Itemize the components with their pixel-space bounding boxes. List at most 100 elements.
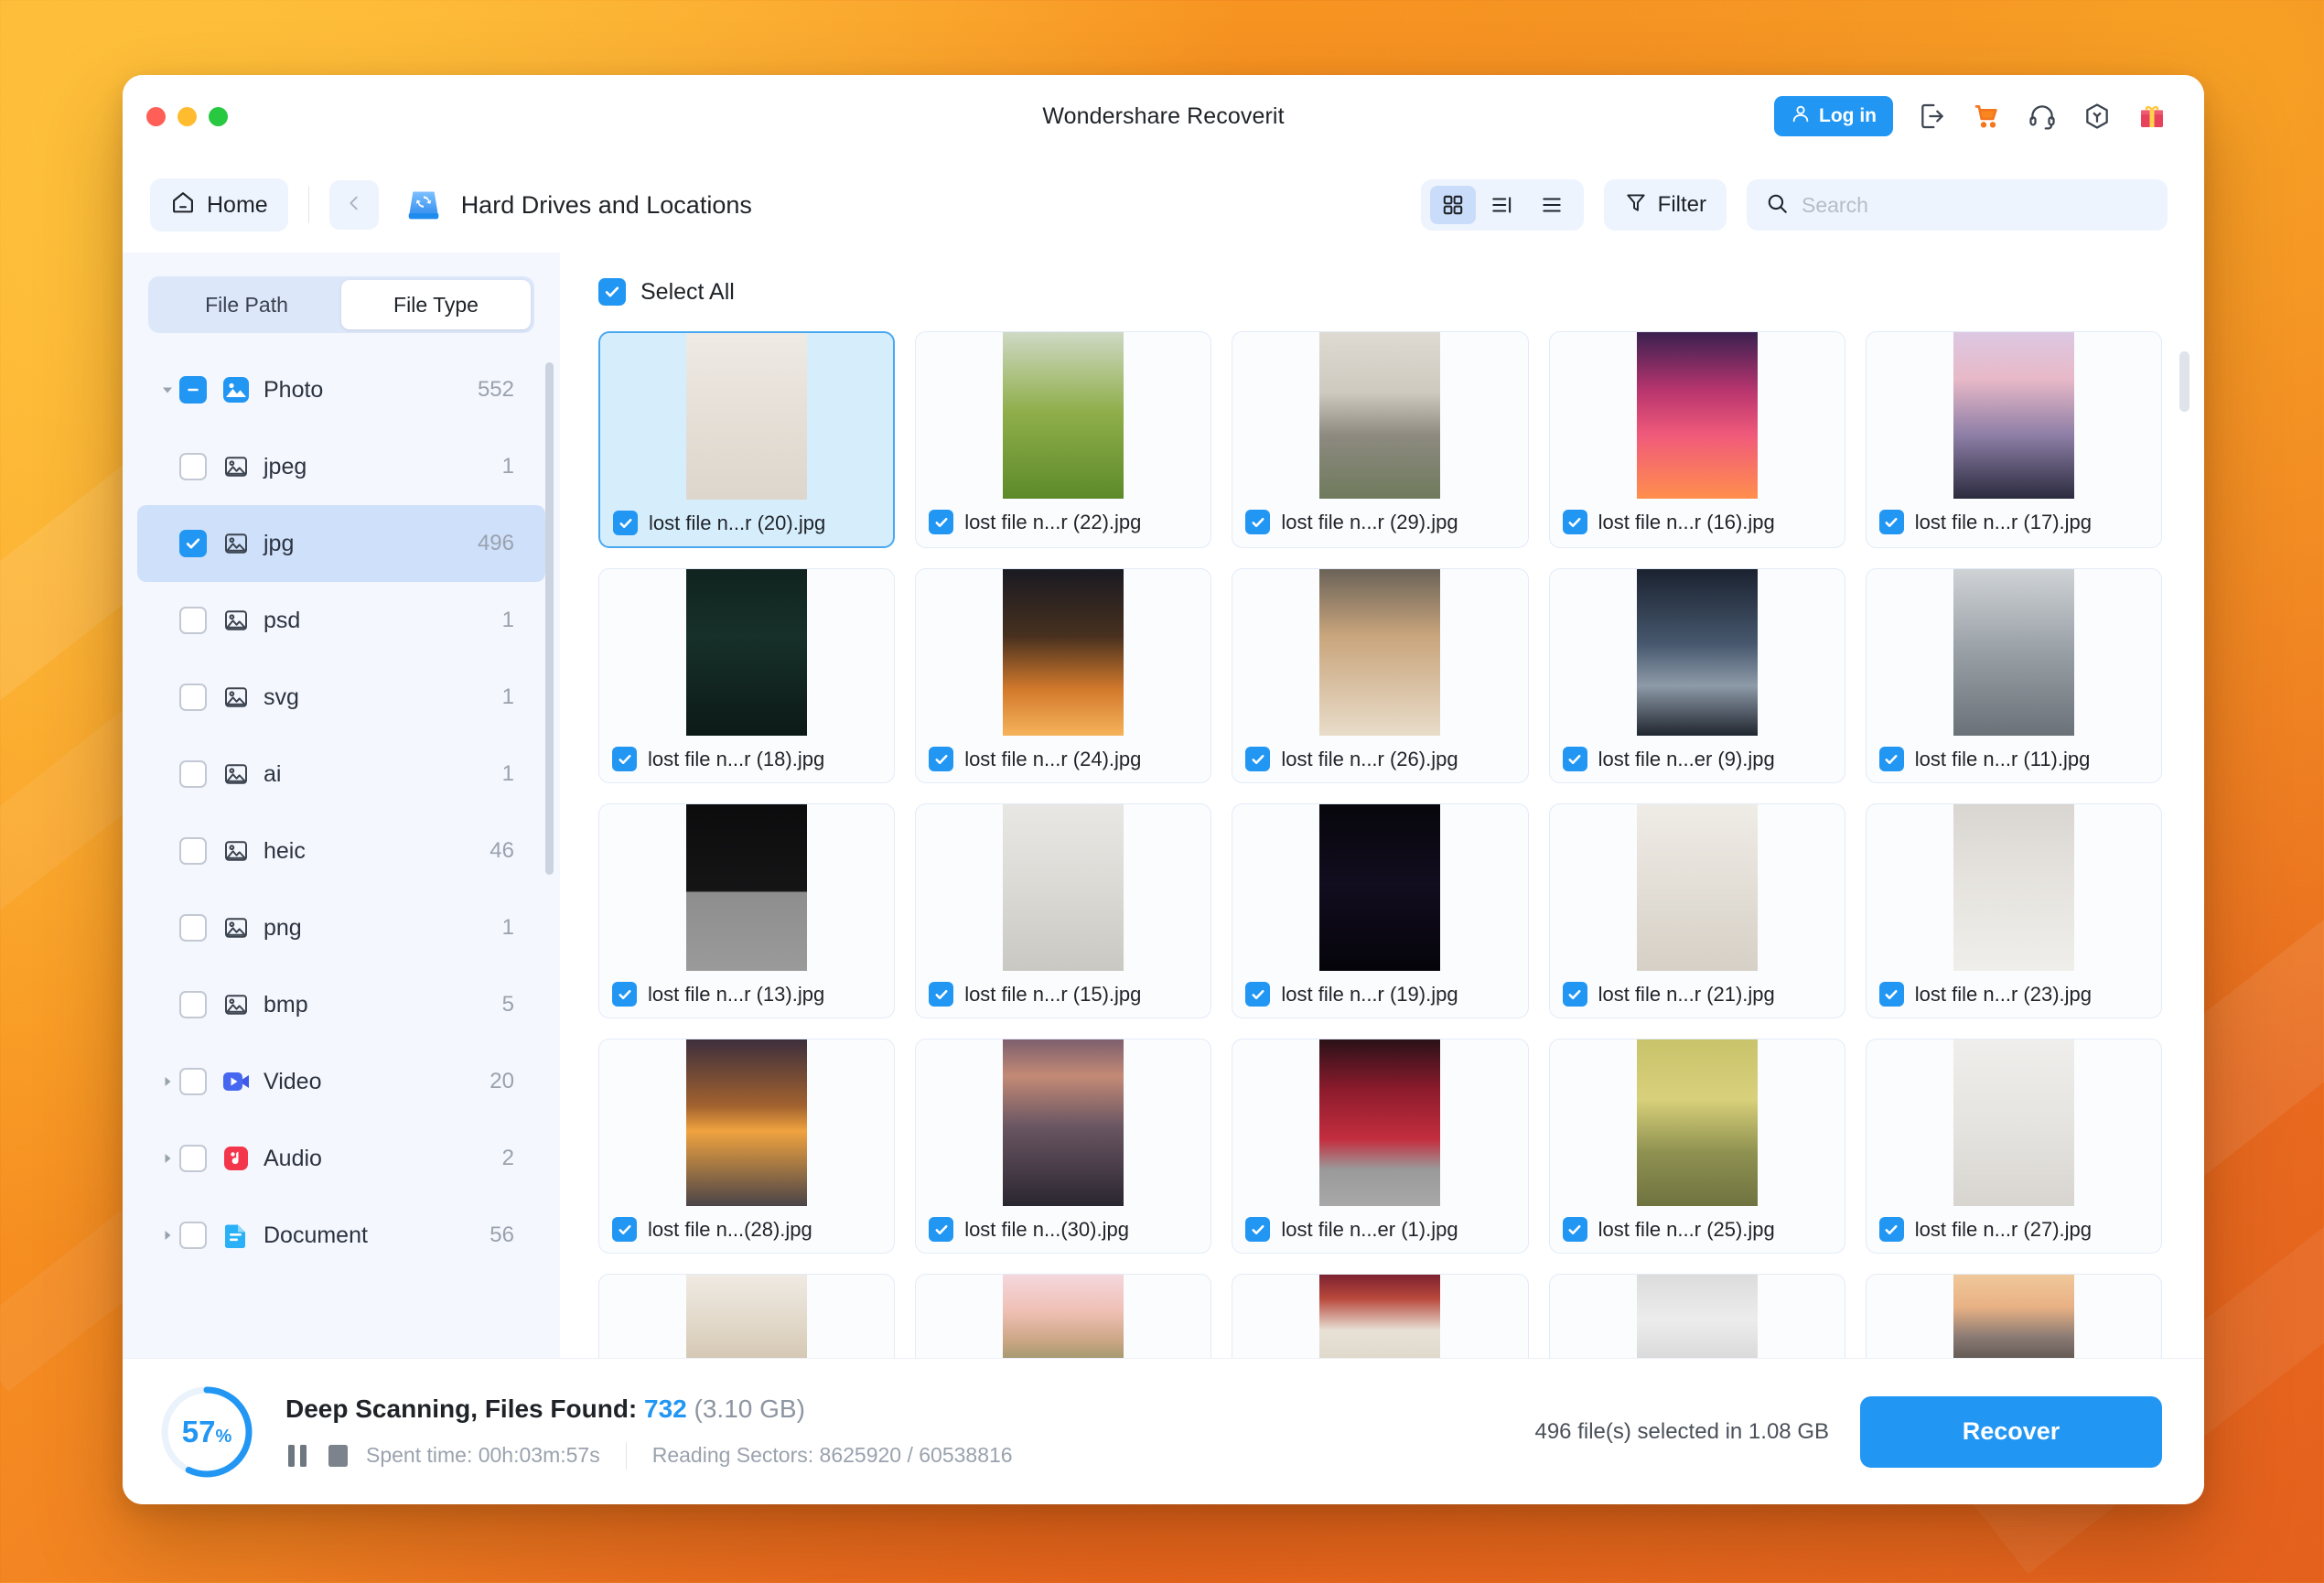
file-tile[interactable]: lost file n...r (21).jpg bbox=[1548, 803, 1845, 1018]
file-checkbox[interactable] bbox=[612, 1217, 637, 1242]
file-tile[interactable]: lost file n...r (18).jpg bbox=[598, 568, 896, 783]
file-checkbox[interactable] bbox=[1245, 510, 1271, 534]
tree-checkbox-jpeg[interactable] bbox=[179, 453, 207, 480]
file-checkbox[interactable] bbox=[1878, 1217, 1904, 1242]
box-icon[interactable] bbox=[2082, 101, 2113, 132]
view-mode-list-button[interactable] bbox=[1529, 186, 1575, 224]
file-grid-scrollbar[interactable] bbox=[2179, 351, 2190, 412]
navigation-bar: Home Hard Drives and Locations Filter Se… bbox=[123, 157, 2204, 253]
file-checkbox[interactable] bbox=[1562, 747, 1587, 771]
file-checkbox[interactable] bbox=[1245, 1217, 1271, 1242]
login-button[interactable]: Log in bbox=[1774, 96, 1893, 136]
tree-checkbox-psd[interactable] bbox=[179, 607, 207, 634]
close-window-button[interactable] bbox=[146, 106, 166, 126]
file-checkbox[interactable] bbox=[612, 747, 637, 771]
file-tile[interactable]: lost file n...r (25).jpg bbox=[1548, 1039, 1845, 1254]
file-tile[interactable]: lost file n...r (24).jpg bbox=[915, 568, 1212, 783]
recover-button[interactable]: Recover bbox=[1860, 1395, 2162, 1468]
tree-checkbox-ai[interactable] bbox=[179, 760, 207, 788]
file-checkbox[interactable] bbox=[1245, 982, 1271, 1007]
tree-row-video[interactable]: Video 20 bbox=[137, 1043, 545, 1120]
search-input[interactable] bbox=[1802, 192, 2149, 218]
file-tile[interactable]: lost file n...r (27).jpg bbox=[1865, 1039, 2162, 1254]
file-tile[interactable]: lost file n...r (11).jpg bbox=[1865, 568, 2162, 783]
file-checkbox[interactable] bbox=[929, 747, 954, 771]
file-checkbox[interactable] bbox=[929, 1217, 954, 1242]
file-tile[interactable] bbox=[1865, 1274, 2162, 1358]
file-tile[interactable]: lost file n...r (19).jpg bbox=[1232, 803, 1529, 1018]
file-checkbox[interactable] bbox=[929, 982, 954, 1007]
tree-row-jpeg[interactable]: jpeg 1 bbox=[137, 428, 545, 505]
file-tile[interactable]: lost file n...r (17).jpg bbox=[1865, 331, 2162, 548]
tree-row-psd[interactable]: psd 1 bbox=[137, 582, 545, 659]
minimize-window-button[interactable] bbox=[178, 106, 197, 126]
file-tile[interactable]: lost file n...r (23).jpg bbox=[1865, 803, 2162, 1018]
tab-file-type[interactable]: File Type bbox=[341, 280, 531, 329]
tree-row-png[interactable]: png 1 bbox=[137, 889, 545, 966]
gift-icon[interactable] bbox=[2136, 101, 2168, 132]
tree-row-photo[interactable]: Photo 552 bbox=[137, 351, 545, 428]
tree-checkbox-document[interactable] bbox=[179, 1222, 207, 1249]
chevron-right-icon[interactable] bbox=[156, 1151, 179, 1166]
tree-checkbox-svg[interactable] bbox=[179, 684, 207, 711]
tree-row-bmp[interactable]: bmp 5 bbox=[137, 966, 545, 1043]
view-mode-grid-button[interactable] bbox=[1429, 186, 1476, 224]
chevron-down-icon[interactable] bbox=[156, 382, 179, 397]
file-checkbox[interactable] bbox=[1878, 982, 1904, 1007]
tree-checkbox-audio[interactable] bbox=[179, 1145, 207, 1172]
file-tile[interactable] bbox=[598, 1274, 896, 1358]
file-tile[interactable]: lost file n...r (16).jpg bbox=[1548, 331, 1845, 548]
file-tile[interactable]: lost file n...er (1).jpg bbox=[1232, 1039, 1529, 1254]
tree-checkbox-jpg[interactable] bbox=[179, 530, 207, 557]
file-tile[interactable]: lost file n...r (20).jpg bbox=[598, 331, 896, 548]
tab-file-path[interactable]: File Path bbox=[152, 280, 341, 329]
select-all-checkbox[interactable] bbox=[598, 278, 626, 306]
file-checkbox[interactable] bbox=[1878, 510, 1904, 534]
tree-checkbox-video[interactable] bbox=[179, 1068, 207, 1095]
sidebar-scrollbar[interactable] bbox=[545, 362, 554, 875]
chevron-right-icon[interactable] bbox=[156, 1074, 179, 1089]
tree-row-svg[interactable]: svg 1 bbox=[137, 659, 545, 736]
file-checkbox[interactable] bbox=[1878, 747, 1904, 771]
filter-button[interactable]: Filter bbox=[1603, 179, 1727, 231]
file-tile[interactable]: lost file n...er (9).jpg bbox=[1548, 568, 1845, 783]
tree-checkbox-bmp[interactable] bbox=[179, 991, 207, 1018]
file-checkbox[interactable] bbox=[1562, 1217, 1587, 1242]
home-button[interactable]: Home bbox=[150, 178, 288, 232]
tree-row-document[interactable]: Document 56 bbox=[137, 1197, 545, 1274]
view-mode-split-list-button[interactable] bbox=[1479, 186, 1525, 224]
tree-row-ai[interactable]: ai 1 bbox=[137, 736, 545, 813]
file-tile[interactable]: lost file n...r (22).jpg bbox=[915, 331, 1212, 548]
file-tile[interactable]: lost file n...(30).jpg bbox=[915, 1039, 1212, 1254]
search-box[interactable] bbox=[1747, 179, 2168, 231]
file-checkbox[interactable] bbox=[1245, 747, 1271, 771]
tree-row-heic[interactable]: heic 46 bbox=[137, 813, 545, 889]
tree-checkbox-heic[interactable] bbox=[179, 837, 207, 865]
file-tile[interactable]: lost file n...r (26).jpg bbox=[1232, 568, 1529, 783]
file-checkbox[interactable] bbox=[1562, 510, 1587, 534]
tree-row-jpg[interactable]: jpg 496 bbox=[137, 505, 545, 582]
file-tile[interactable]: lost file n...r (15).jpg bbox=[915, 803, 1212, 1018]
file-checkbox[interactable] bbox=[612, 982, 637, 1007]
tree-row-audio[interactable]: Audio 2 bbox=[137, 1120, 545, 1197]
stop-icon[interactable] bbox=[326, 1442, 350, 1470]
file-tile[interactable]: lost file n...r (29).jpg bbox=[1232, 331, 1529, 548]
file-tile[interactable] bbox=[915, 1274, 1212, 1358]
headset-icon[interactable] bbox=[2027, 101, 2058, 132]
file-checkbox[interactable] bbox=[613, 511, 638, 535]
select-all-row[interactable]: Select All bbox=[560, 253, 2204, 331]
file-tile[interactable] bbox=[1232, 1274, 1529, 1358]
maximize-window-button[interactable] bbox=[209, 106, 228, 126]
file-tile[interactable]: lost file n...r (13).jpg bbox=[598, 803, 896, 1018]
cart-icon[interactable] bbox=[1972, 101, 2003, 132]
file-checkbox[interactable] bbox=[929, 510, 954, 534]
file-tile[interactable]: lost file n...(28).jpg bbox=[598, 1039, 896, 1254]
back-button[interactable] bbox=[328, 180, 379, 230]
tree-checkbox-photo[interactable] bbox=[179, 376, 207, 404]
tree-checkbox-png[interactable] bbox=[179, 914, 207, 942]
pause-icon[interactable] bbox=[285, 1442, 309, 1470]
file-tile[interactable] bbox=[1548, 1274, 1845, 1358]
export-icon[interactable] bbox=[1917, 101, 1948, 132]
file-checkbox[interactable] bbox=[1562, 982, 1587, 1007]
chevron-right-icon[interactable] bbox=[156, 1228, 179, 1243]
